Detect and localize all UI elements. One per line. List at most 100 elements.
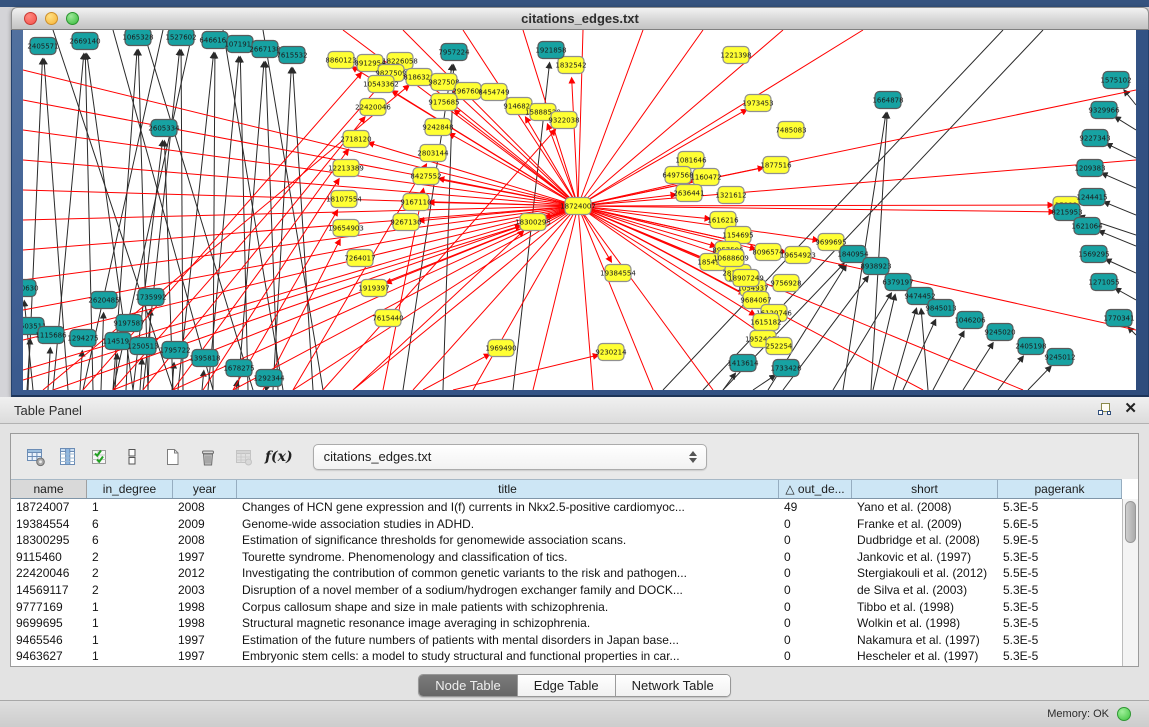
network-node[interactable]: 1575102 [1100, 72, 1131, 89]
network-node-selected[interactable]: 2636441 [673, 185, 704, 202]
zoom-window-button[interactable] [66, 12, 79, 25]
table-row[interactable]: 946362711997Embryonic stem cells: a mode… [11, 648, 1122, 665]
table-row[interactable]: 946554611997Estimation of the future num… [11, 632, 1122, 649]
table-row[interactable]: 911546021997Tourette syndrome. Phenomeno… [11, 549, 1122, 566]
network-node[interactable]: 9329966 [1088, 102, 1120, 119]
window-titlebar[interactable]: citations_edges.txt [11, 7, 1149, 30]
network-node[interactable]: 2620630 [23, 280, 39, 297]
network-node-selected[interactable]: 7485083 [775, 122, 806, 139]
network-node-selected[interactable]: 6497568 [662, 167, 693, 184]
function-builder-button[interactable]: f(x) [265, 449, 293, 465]
delete-table-button[interactable] [193, 442, 223, 472]
network-node-selected[interactable]: 1321612 [715, 187, 746, 204]
network-node-selected[interactable]: 9242848 [422, 119, 453, 136]
table-settings-button[interactable] [21, 442, 51, 472]
network-node-selected[interactable]: 1615182 [750, 314, 781, 331]
network-node-selected[interactable]: 1973453 [742, 95, 773, 112]
network-canvas[interactable]: 1872400788601238912954182260589827509105… [23, 30, 1136, 390]
network-node[interactable]: 1413614 [727, 355, 759, 372]
network-node[interactable]: 1292344 [253, 370, 285, 387]
network-node-selected[interactable]: 22420046 [355, 99, 391, 116]
network-node[interactable]: 1271055 [1088, 274, 1119, 291]
network-node[interactable]: 1621064 [1071, 218, 1103, 235]
network-node[interactable]: 1395818 [189, 350, 220, 367]
network-node-selected[interactable]: 7264017 [344, 250, 375, 267]
network-node-selected[interactable]: 9167110 [400, 194, 431, 211]
network-node[interactable]: 1527602 [165, 30, 196, 46]
float-panel-icon[interactable] [1097, 402, 1112, 417]
network-node[interactable]: 1294275 [67, 330, 98, 347]
network-node-selected[interactable]: 12213389 [328, 160, 364, 177]
network-node[interactable]: 1115686 [35, 327, 67, 344]
column-header-out_degree[interactable]: △ out_de... [779, 480, 852, 498]
network-node[interactable]: 2605334 [148, 120, 180, 137]
network-node[interactable]: 1735992 [135, 289, 166, 306]
column-header-in_degree[interactable]: in_degree [87, 480, 173, 498]
row-height-button[interactable] [117, 442, 147, 472]
network-node-selected[interactable]: 1969490 [485, 340, 516, 357]
network-node-selected[interactable]: 1221398 [720, 47, 751, 64]
column-header-pagerank[interactable]: pagerank [998, 480, 1122, 498]
network-node[interactable]: 1209383 [1074, 160, 1105, 177]
network-node[interactable]: 1065328 [122, 30, 153, 46]
tab-node-table[interactable]: Node Table [419, 675, 518, 696]
vertical-scrollbar[interactable] [1122, 499, 1138, 666]
network-node-selected[interactable]: 10688609 [713, 250, 749, 267]
network-node-selected[interactable]: 9322038 [548, 112, 579, 129]
table-row[interactable]: 1830029562008Estimation of significance … [11, 532, 1122, 549]
network-node-selected[interactable]: 1160472 [690, 169, 721, 186]
import-table-button[interactable] [229, 442, 259, 472]
network-node-selected[interactable]: 19384554 [600, 265, 636, 282]
network-node[interactable]: 2405198 [1015, 338, 1046, 355]
network-node[interactable]: 1795722 [159, 342, 190, 359]
network-node[interactable]: 9227343 [1079, 130, 1110, 147]
network-node-selected[interactable]: 252254 [766, 338, 793, 355]
network-node[interactable]: 9197587 [113, 315, 144, 332]
column-header-year[interactable]: year [173, 480, 237, 498]
network-node[interactable]: 1770341 [1103, 310, 1134, 327]
network-node[interactable]: 1250513 [127, 338, 158, 355]
close-panel-icon[interactable]: ✕ [1124, 401, 1137, 417]
network-node-selected[interactable]: 19654923 [780, 247, 816, 264]
network-node-selected[interactable]: 1919397 [358, 280, 389, 297]
network-node-selected[interactable]: 1877516 [760, 157, 792, 174]
network-node-selected[interactable]: 9230214 [595, 344, 627, 361]
network-node[interactable]: 8938923 [860, 258, 891, 275]
table-row[interactable]: 1456911722003Disruption of a novel membe… [11, 582, 1122, 599]
network-node-selected[interactable]: 18300295 [515, 214, 551, 231]
close-window-button[interactable] [24, 12, 37, 25]
network-node[interactable]: 1733426 [770, 360, 802, 377]
network-node[interactable]: 1664878 [872, 92, 903, 109]
table-row[interactable]: 1938455462009Genome-wide association stu… [11, 516, 1122, 533]
network-node-selected[interactable]: 19654903 [328, 220, 364, 237]
table-row[interactable]: 1872400712008Changes of HCN gene express… [11, 499, 1122, 516]
network-node[interactable]: 1046206 [954, 312, 986, 329]
column-header-short[interactable]: short [852, 480, 998, 498]
tab-edge-table[interactable]: Edge Table [518, 675, 616, 696]
network-node-selected[interactable]: 8427552 [410, 168, 441, 185]
network-node[interactable]: 1569295 [1078, 246, 1109, 263]
tab-network-table[interactable]: Network Table [616, 675, 730, 696]
network-node[interactable]: 7615532 [276, 47, 307, 64]
table-row[interactable]: 969969511998Structural magnetic resonanc… [11, 615, 1122, 632]
network-node[interactable]: 1921858 [535, 42, 566, 59]
network-node[interactable]: 2669140 [69, 33, 100, 50]
network-node[interactable]: 7957224 [438, 44, 470, 61]
create-table-button[interactable] [157, 442, 187, 472]
minimize-window-button[interactable] [45, 12, 58, 25]
scrollbar-thumb[interactable] [1125, 501, 1136, 543]
network-node-selected[interactable]: 18907249 [728, 270, 764, 287]
column-header-name[interactable]: name [11, 480, 87, 498]
network-node-selected[interactable]: 8454749 [478, 84, 509, 101]
select-all-rows-button[interactable] [85, 442, 115, 472]
network-node-selected[interactable]: 2803144 [417, 145, 449, 162]
network-node[interactable]: 9245012 [1044, 349, 1075, 366]
network-node-selected[interactable]: 9267130 [390, 214, 421, 231]
memory-status-icon[interactable] [1117, 707, 1131, 721]
network-node-selected[interactable]: 8860123 [325, 52, 356, 69]
network-node[interactable]: 1678275 [223, 360, 254, 377]
table-select-dropdown[interactable]: citations_edges.txt [313, 444, 707, 470]
network-node[interactable]: 1244415 [1076, 189, 1107, 206]
network-node-selected[interactable]: 18107554 [326, 191, 362, 208]
network-node-selected[interactable]: 9756928 [770, 275, 801, 292]
